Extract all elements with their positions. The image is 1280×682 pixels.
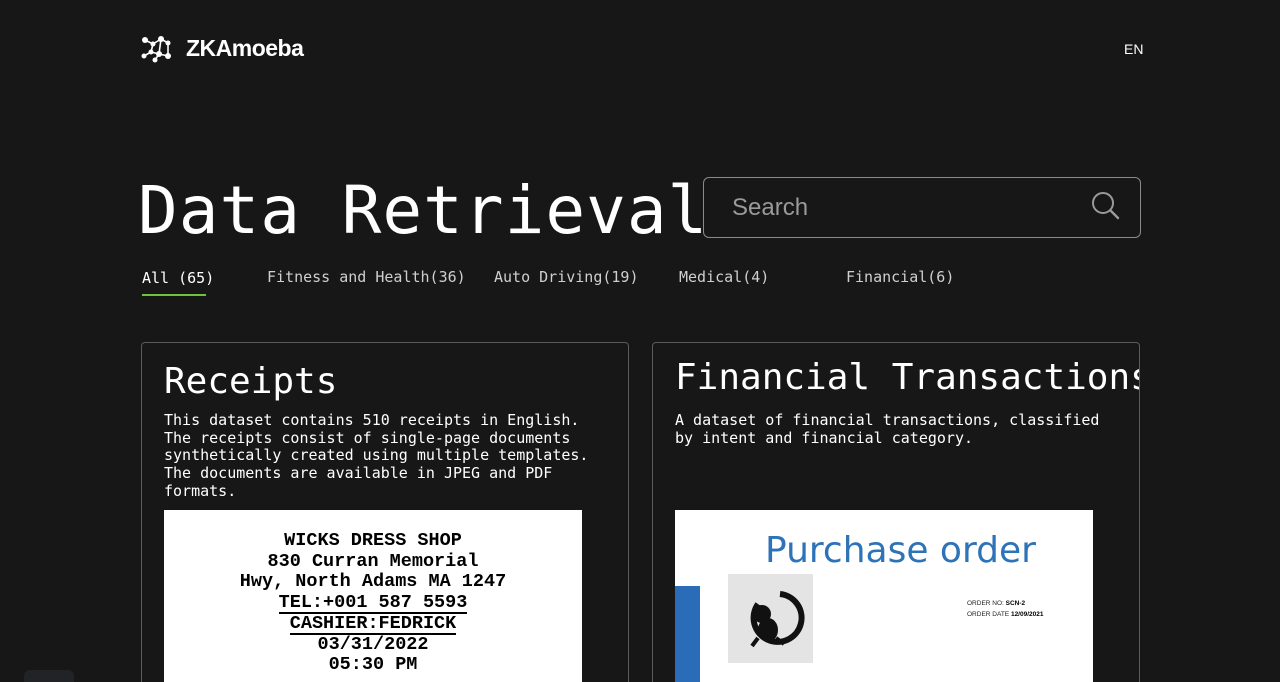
- receipt-telephone: TEL:+001 587 5593: [278, 591, 468, 614]
- tab-medical[interactable]: Medical(4): [679, 268, 769, 286]
- purchase-order-preview-image: Purchase order ORDER NO: SCN-2 ORDER DAT…: [675, 510, 1093, 682]
- receipt-address-line-2: Hwy, North Adams MA 1247: [239, 571, 507, 593]
- card-description: A dataset of financial transactions, cla…: [675, 411, 1100, 447]
- monkey-logo-icon: [728, 574, 813, 663]
- brand-name: ZKAmoeba: [186, 34, 304, 61]
- purchase-order-accent-bar: [675, 586, 700, 682]
- search-icon[interactable]: [1089, 190, 1121, 222]
- site-header: ZKAmoeba EN: [0, 0, 1280, 100]
- tab-auto-driving[interactable]: Auto Driving(19): [494, 268, 639, 286]
- receipt-date: 03/31/2022: [317, 633, 429, 655]
- amoeba-logo-icon: [141, 36, 171, 63]
- tab-financial[interactable]: Financial(6): [846, 268, 954, 286]
- order-number: SCN-2: [1005, 600, 1026, 607]
- search-box: [703, 177, 1141, 238]
- card-description: This dataset contains 510 receipts in En…: [164, 411, 589, 500]
- purchase-order-meta: ORDER NO: SCN-2 ORDER DATE 12/09/2021: [967, 598, 1044, 620]
- receipt-address-line-1: 830 Curran Memorial: [267, 550, 479, 572]
- order-number-label: ORDER NO:: [967, 600, 1004, 607]
- receipt-cashier: CASHIER:FEDRICK: [289, 612, 457, 635]
- tab-all[interactable]: All (65): [142, 269, 214, 287]
- receipt-shop-name: WICKS DRESS SHOP: [284, 530, 462, 551]
- category-tabs: All (65) Fitness and Health(36) Auto Dri…: [0, 262, 1280, 302]
- order-date-label: ORDER DATE: [967, 611, 1010, 618]
- purchase-order-heading: Purchase order: [765, 530, 1036, 571]
- receipt-preview-image: WICKS DRESS SHOP 830 Curran Memorial Hwy…: [164, 510, 582, 682]
- tab-fitness-and-health[interactable]: Fitness and Health(36): [267, 268, 466, 286]
- receipt-time: 05:30 PM: [328, 654, 418, 676]
- search-input[interactable]: [732, 188, 1072, 228]
- dataset-card-receipts[interactable]: Receipts This dataset contains 510 recei…: [141, 342, 629, 682]
- order-date: 12/09/2021: [1010, 611, 1044, 618]
- card-title: Receipts: [164, 361, 338, 402]
- active-tab-indicator: [142, 294, 206, 296]
- page-title: Data Retrieval: [138, 172, 709, 249]
- language-switcher[interactable]: EN: [1124, 41, 1143, 57]
- logo[interactable]: ZKAmoeba: [139, 32, 304, 64]
- floating-badge[interactable]: [24, 670, 74, 682]
- card-title: Financial Transactions: [675, 357, 1140, 398]
- dataset-card-financial-transactions[interactable]: Financial Transactions A dataset of fina…: [652, 342, 1140, 682]
